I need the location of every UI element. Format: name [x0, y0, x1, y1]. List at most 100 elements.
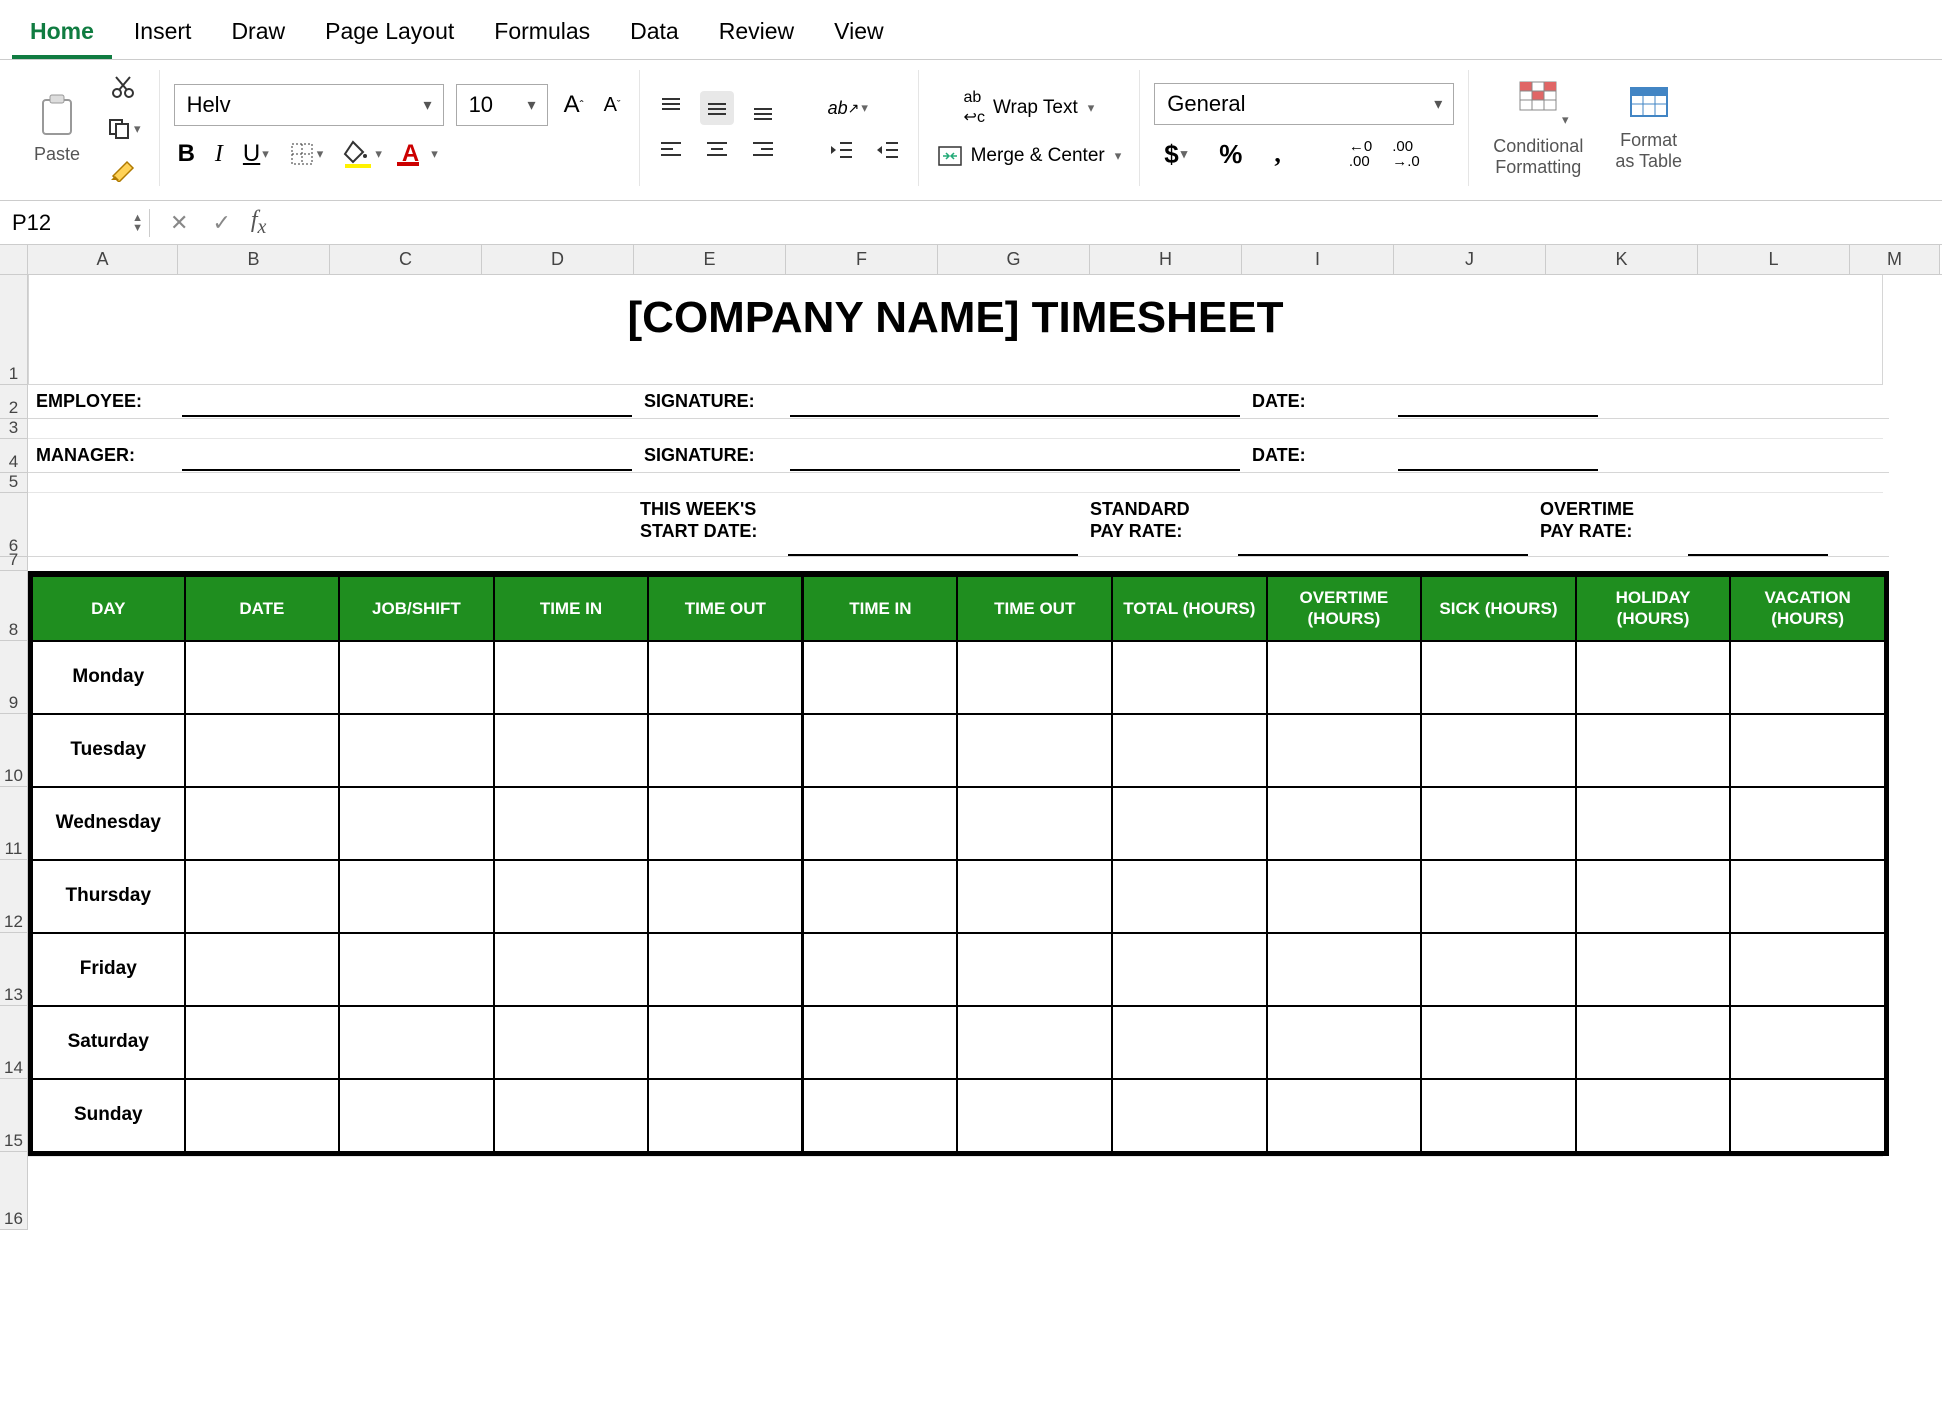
cell[interactable]: Thursday: [32, 860, 185, 933]
cell[interactable]: [803, 933, 958, 1006]
cell[interactable]: [185, 641, 340, 714]
cell[interactable]: [1421, 714, 1576, 787]
cell[interactable]: [1112, 641, 1267, 714]
label-signature-1[interactable]: SIGNATURE:: [636, 385, 786, 418]
cell[interactable]: [1112, 1006, 1267, 1079]
cell[interactable]: [185, 714, 340, 787]
cell[interactable]: [1267, 787, 1422, 860]
paste-button[interactable]: Paste: [24, 92, 90, 165]
cell[interactable]: [957, 787, 1112, 860]
name-box-input[interactable]: [10, 209, 110, 237]
col-header-K[interactable]: K: [1546, 245, 1698, 274]
cell[interactable]: [1267, 933, 1422, 1006]
percent-button[interactable]: %: [1215, 135, 1246, 174]
cell[interactable]: [648, 641, 803, 714]
cell[interactable]: Wednesday: [32, 787, 185, 860]
cell[interactable]: [339, 714, 494, 787]
align-top-button[interactable]: [654, 91, 688, 125]
font-color-button[interactable]: A ▾: [398, 136, 442, 172]
cell[interactable]: [494, 714, 649, 787]
align-center-button[interactable]: [700, 135, 734, 165]
row-header-11[interactable]: 11: [0, 787, 28, 860]
cell[interactable]: [494, 1006, 649, 1079]
cell[interactable]: [648, 1006, 803, 1079]
row-header-9[interactable]: 9: [0, 641, 28, 714]
cell[interactable]: [494, 1079, 649, 1152]
align-middle-button[interactable]: [700, 91, 734, 125]
cell[interactable]: Monday: [32, 641, 185, 714]
row-header-4[interactable]: 4: [0, 439, 28, 473]
cell[interactable]: [494, 641, 649, 714]
cell[interactable]: [1730, 1006, 1885, 1079]
th-timeout-1[interactable]: TIME OUT: [648, 576, 803, 641]
label-standard-rate[interactable]: STANDARD PAY RATE:: [1082, 493, 1234, 556]
col-header-B[interactable]: B: [178, 245, 330, 274]
cell[interactable]: [1576, 714, 1731, 787]
field-employee[interactable]: [182, 385, 632, 417]
th-holiday[interactable]: HOLIDAY (HOURS): [1576, 576, 1731, 641]
label-signature-2[interactable]: SIGNATURE:: [636, 439, 786, 472]
field-date-2[interactable]: [1398, 439, 1598, 471]
font-name-combo[interactable]: Helv ▾: [174, 84, 444, 126]
cell[interactable]: Saturday: [32, 1006, 185, 1079]
cell[interactable]: [957, 1079, 1112, 1152]
cell[interactable]: [1730, 860, 1885, 933]
cell[interactable]: [1730, 1079, 1885, 1152]
th-sick[interactable]: SICK (HOURS): [1421, 576, 1576, 641]
decrease-decimal-button[interactable]: .00→.0: [1388, 135, 1424, 173]
number-format-combo[interactable]: General ▾: [1154, 83, 1454, 125]
fx-icon[interactable]: fx: [251, 207, 267, 239]
col-header-I[interactable]: I: [1242, 245, 1394, 274]
increase-indent-button[interactable]: [870, 135, 904, 165]
cancel-formula-button[interactable]: ✕: [166, 206, 192, 240]
cell[interactable]: [1112, 860, 1267, 933]
cell[interactable]: [803, 1006, 958, 1079]
timesheet-title[interactable]: [COMPANY NAME] TIMESHEET: [28, 275, 1883, 385]
cell[interactable]: [1421, 787, 1576, 860]
fill-color-button[interactable]: ▾: [339, 136, 386, 172]
row-header-14[interactable]: 14: [0, 1006, 28, 1079]
cell[interactable]: [957, 1006, 1112, 1079]
cell[interactable]: Sunday: [32, 1079, 185, 1152]
cell[interactable]: [803, 860, 958, 933]
row-header-3[interactable]: 3: [0, 419, 28, 439]
align-left-button[interactable]: [654, 135, 688, 165]
tab-formulas[interactable]: Formulas: [476, 8, 608, 59]
col-header-D[interactable]: D: [482, 245, 634, 274]
cell[interactable]: [1576, 1079, 1731, 1152]
cut-button[interactable]: [102, 70, 145, 104]
tab-view[interactable]: View: [816, 8, 901, 59]
decrease-indent-button[interactable]: [824, 135, 858, 165]
orientation-button[interactable]: ab↗▾: [824, 94, 872, 123]
row-header-13[interactable]: 13: [0, 933, 28, 1006]
cell[interactable]: [648, 787, 803, 860]
cell[interactable]: [957, 933, 1112, 1006]
col-header-H[interactable]: H: [1090, 245, 1242, 274]
cell[interactable]: [803, 787, 958, 860]
th-timein-1[interactable]: TIME IN: [494, 576, 649, 641]
cell[interactable]: [1576, 1006, 1731, 1079]
cell[interactable]: [1576, 787, 1731, 860]
cell[interactable]: Friday: [32, 933, 185, 1006]
worksheet-cells[interactable]: [COMPANY NAME] TIMESHEET EMPLOYEE: SIGNA…: [28, 275, 1889, 1234]
cell[interactable]: Tuesday: [32, 714, 185, 787]
label-week-start[interactable]: THIS WEEK'S START DATE:: [632, 493, 784, 556]
th-date[interactable]: DATE: [185, 576, 340, 641]
tab-review[interactable]: Review: [701, 8, 812, 59]
col-header-M[interactable]: M: [1850, 245, 1940, 274]
th-timeout-2[interactable]: TIME OUT: [957, 576, 1112, 641]
cell[interactable]: [1421, 641, 1576, 714]
tab-insert[interactable]: Insert: [116, 8, 210, 59]
cell[interactable]: [339, 787, 494, 860]
cell[interactable]: [1267, 641, 1422, 714]
field-signature-2[interactable]: [790, 439, 1240, 471]
cell[interactable]: [1112, 787, 1267, 860]
label-employee[interactable]: EMPLOYEE:: [28, 385, 178, 418]
label-date-1[interactable]: DATE:: [1244, 385, 1394, 418]
cell[interactable]: [494, 933, 649, 1006]
label-overtime-rate[interactable]: OVERTIME PAY RATE:: [1532, 493, 1684, 556]
th-day[interactable]: DAY: [32, 576, 185, 641]
field-week-start[interactable]: [788, 524, 1078, 556]
cell[interactable]: [185, 933, 340, 1006]
cell[interactable]: [339, 933, 494, 1006]
